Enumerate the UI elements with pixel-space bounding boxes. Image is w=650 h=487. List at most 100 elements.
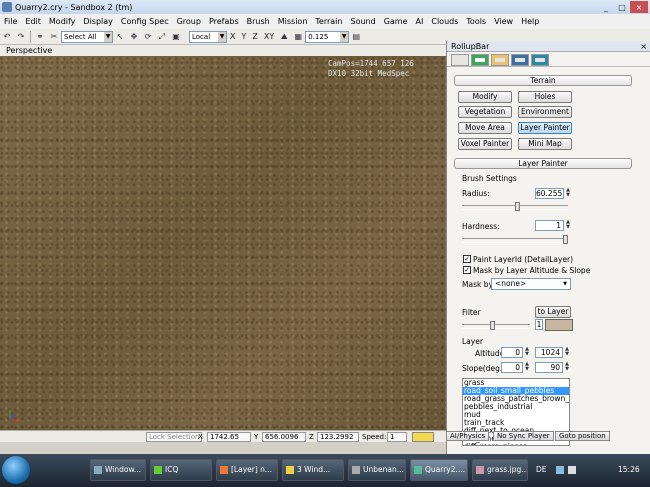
menu-ai[interactable]: AI — [412, 17, 428, 26]
x-coordinate-field[interactable]: 1742.65 — [207, 432, 251, 442]
tab-terrain-icon[interactable] — [471, 54, 489, 66]
menu-display[interactable]: Display — [79, 17, 117, 26]
grid-size-dropdown[interactable]: 0.125 ▼ — [305, 30, 350, 43]
tab-objects-icon[interactable] — [451, 54, 469, 66]
layer-list-item[interactable]: diff_more_pieces — [463, 443, 569, 446]
modify-button[interactable]: Modify — [458, 91, 512, 103]
terrain-select-icon[interactable]: ▣ — [170, 31, 182, 43]
layer-painter-button[interactable]: Layer Painter — [518, 122, 572, 134]
minimize-button[interactable]: _ — [598, 1, 614, 13]
rotate-icon[interactable]: ⟳ — [142, 31, 154, 43]
task-button[interactable]: Window... — [90, 459, 146, 481]
task-button[interactable]: [Layer] n... — [216, 459, 278, 481]
mini-map-button[interactable]: Mini Map — [518, 138, 572, 150]
menu-terrain[interactable]: Terrain — [311, 17, 346, 26]
axis-y-button[interactable]: Y — [241, 32, 246, 41]
vegetation-button[interactable]: Vegetation — [458, 106, 512, 118]
altitude-min-input[interactable]: 0 — [501, 347, 523, 358]
coord-system-dropdown[interactable]: Local ▼ — [189, 30, 227, 43]
speed-field[interactable]: 1 — [387, 432, 407, 442]
hardness-input[interactable]: 1 — [535, 220, 564, 231]
terrain-section-header[interactable]: Terrain — [454, 75, 632, 86]
slope-max-spinner-icon[interactable]: ▲ ▼ — [564, 362, 570, 373]
paint-layer-id-checkbox[interactable]: ✓ — [463, 255, 471, 263]
menu-tools[interactable]: Tools — [462, 17, 490, 26]
slope-min-input[interactable]: 0 — [501, 362, 523, 373]
goto-position-button[interactable]: Goto position — [555, 431, 610, 441]
hardness-slider-thumb[interactable] — [563, 235, 568, 244]
altitude-max-input[interactable]: 1024 — [535, 347, 563, 358]
language-indicator[interactable]: DE — [536, 465, 547, 474]
ai-physics-button[interactable]: AI/Physics — [446, 431, 490, 441]
radius-spinner-icon[interactable]: ▲ ▼ — [565, 188, 571, 199]
filter-value-field[interactable]: 1 — [535, 319, 543, 330]
axis-x-button[interactable]: X — [230, 32, 235, 41]
terrain-follow-icon[interactable]: ⛰ — [278, 31, 290, 43]
radius-slider[interactable] — [462, 202, 568, 211]
menu-game[interactable]: Game — [380, 17, 412, 26]
select-icon[interactable]: ↖ — [114, 31, 126, 43]
axis-xy-button[interactable]: XY — [264, 32, 274, 41]
altitude-max-spinner-icon[interactable]: ▲ ▼ — [564, 347, 570, 358]
task-button[interactable]: 3 Wind... — [282, 459, 344, 481]
windows-start-icon[interactable] — [2, 456, 30, 484]
menu-modify[interactable]: Modify — [45, 17, 80, 26]
selection-dropdown[interactable]: Select All ▼ — [61, 30, 113, 43]
menu-group[interactable]: Group — [173, 17, 205, 26]
filter-slider-thumb[interactable] — [490, 321, 495, 330]
menu-prefabs[interactable]: Prefabs — [205, 17, 243, 26]
mask-by-dropdown[interactable]: <none> ▼ — [491, 278, 571, 290]
radius-slider-thumb[interactable] — [515, 202, 520, 211]
menu-mission[interactable]: Mission — [274, 17, 312, 26]
tab-layers-icon[interactable] — [531, 54, 549, 66]
menu-config-spec[interactable]: Config Spec — [117, 17, 173, 26]
menu-clouds[interactable]: Clouds — [427, 17, 462, 26]
maximize-button[interactable]: □ — [614, 1, 630, 13]
menu-sound[interactable]: Sound — [346, 17, 379, 26]
hardness-slider[interactable] — [462, 235, 568, 244]
hardness-spinner-icon[interactable]: ▲ ▼ — [565, 220, 571, 231]
network-icon[interactable] — [556, 466, 564, 474]
viewport-header[interactable]: Perspective — [0, 45, 446, 56]
perspective-viewport[interactable]: CamPos=1744 657 126 DX10 32bit MedSpec — [0, 56, 446, 430]
lock-selection-button[interactable]: Lock Selection — [146, 432, 203, 442]
menu-help[interactable]: Help — [517, 17, 543, 26]
redo-icon[interactable]: ↷ — [15, 31, 27, 43]
layer-painter-section-header[interactable]: Layer Painter — [454, 158, 632, 169]
axis-z-button[interactable]: Z — [252, 32, 257, 41]
to-layer-button[interactable]: to Layer — [535, 306, 571, 318]
menu-brush[interactable]: Brush — [243, 17, 274, 26]
z-coordinate-field[interactable]: 123.2992 — [317, 432, 359, 442]
link-icon[interactable]: ⚭ — [34, 31, 46, 43]
grid-icon[interactable]: ▦ — [292, 31, 304, 43]
filter-slider[interactable] — [462, 321, 530, 330]
menu-edit[interactable]: Edit — [21, 17, 45, 26]
tab-modelling-icon[interactable] — [491, 54, 509, 66]
clock[interactable]: 15:26 — [618, 465, 640, 474]
slope-min-spinner-icon[interactable]: ▲ ▼ — [524, 362, 530, 373]
task-button[interactable]: ICQ — [150, 459, 212, 481]
speed-toggle-icon[interactable] — [412, 432, 434, 442]
y-coordinate-field[interactable]: 656.0096 — [262, 432, 306, 442]
unlink-icon[interactable]: ✂ — [48, 31, 60, 43]
voxel-painter-button[interactable]: Voxel Painter — [458, 138, 512, 150]
altitude-min-spinner-icon[interactable]: ▲ ▼ — [524, 347, 530, 358]
no-sync-player-button[interactable]: No Sync Player — [493, 431, 554, 441]
move-area-button[interactable]: Move Area — [458, 122, 512, 134]
holes-button[interactable]: Holes — [518, 91, 572, 103]
environment-button[interactable]: Environment — [518, 106, 572, 118]
scale-icon[interactable]: ⤢ — [156, 31, 168, 43]
rollup-close-icon[interactable]: × — [640, 41, 647, 52]
bookmark-icon[interactable]: ▤ — [350, 31, 362, 43]
slope-max-input[interactable]: 90 — [535, 362, 563, 373]
close-button[interactable]: × — [630, 1, 648, 13]
layer-color-swatch[interactable] — [545, 319, 573, 331]
task-button[interactable]: Unbenan... — [348, 459, 406, 481]
volume-icon[interactable] — [568, 466, 576, 474]
task-button-active[interactable]: Quarry2.... — [410, 459, 468, 481]
radius-input[interactable]: 60.255 — [535, 188, 564, 199]
menu-file[interactable]: File — [0, 17, 21, 26]
mask-altitude-checkbox[interactable]: ✓ — [463, 266, 471, 274]
menu-view[interactable]: View — [490, 17, 517, 26]
move-icon[interactable]: ✥ — [128, 31, 140, 43]
